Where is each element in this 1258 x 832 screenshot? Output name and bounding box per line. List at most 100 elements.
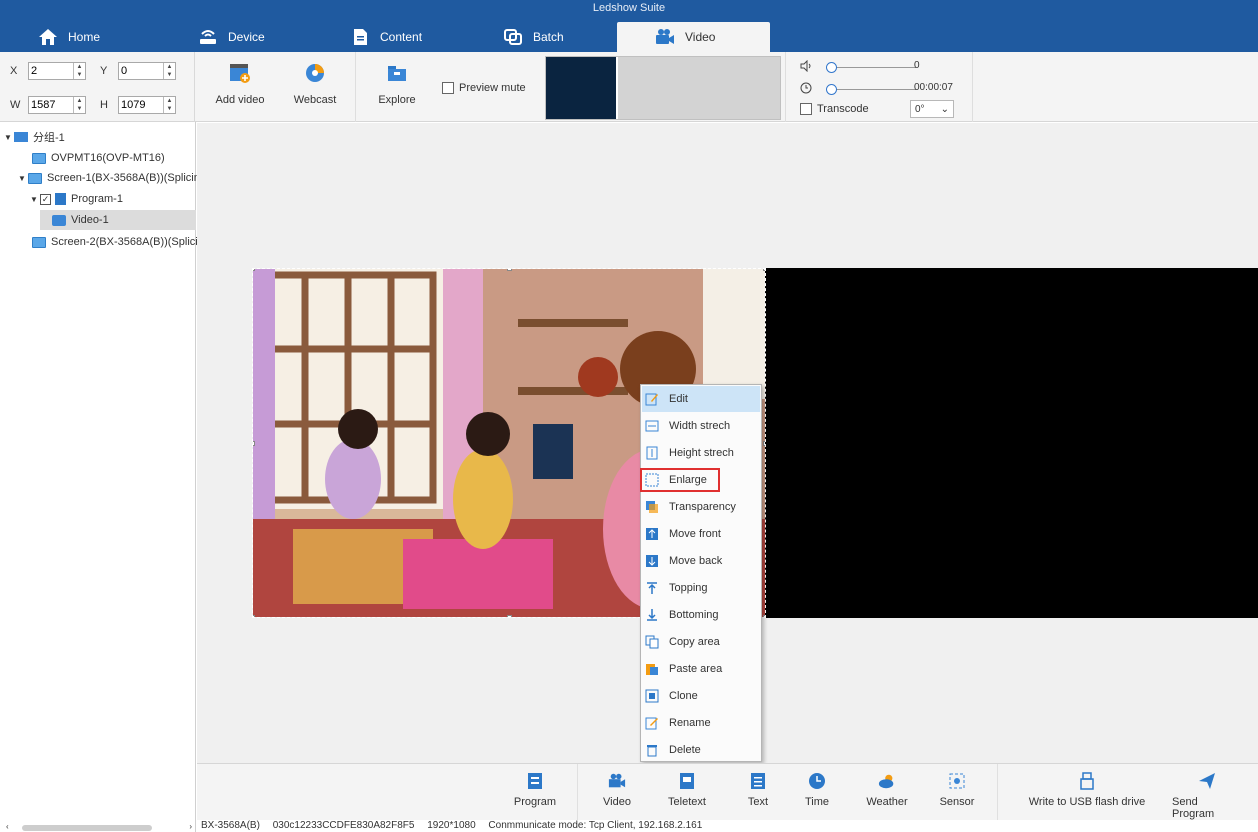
video-camera-icon [608, 772, 626, 790]
teletext-button[interactable]: Teletext [664, 772, 710, 808]
x-input[interactable] [29, 63, 73, 79]
toolbar-separator [785, 52, 786, 122]
tab-batch[interactable]: Batch [503, 22, 613, 52]
tree-program[interactable]: ▼ ✓ Program-1 [30, 189, 123, 209]
add-video-label: Add video [215, 94, 265, 106]
resize-handle[interactable] [253, 269, 255, 271]
resize-handle[interactable] [763, 269, 765, 271]
tree-device[interactable]: OVPMT16(OVP-MT16) [32, 148, 165, 168]
time-slider[interactable] [800, 82, 916, 97]
menu-item-move-front[interactable]: Move front [642, 521, 760, 547]
checked-checkbox-icon[interactable]: ✓ [40, 193, 51, 205]
volume-knob[interactable] [826, 62, 837, 73]
x-spinner[interactable]: ▲ ▼ [73, 63, 85, 79]
status-bar: BX-3568A(B) 030c12233CCDFE830A82F8F5 192… [197, 820, 1258, 832]
transcode-checkbox[interactable]: Transcode [800, 103, 869, 115]
add-video-button[interactable]: Add video [215, 60, 265, 116]
add-video-icon [227, 60, 253, 86]
time-knob[interactable] [826, 84, 837, 95]
enlarge-highlight [640, 468, 720, 492]
tree-video-label: Video-1 [71, 214, 109, 226]
horizontal-scrollbar[interactable]: ‹ › [4, 822, 192, 832]
rotation-value: 0° [915, 103, 925, 115]
bottom-separator [577, 764, 578, 821]
explore-button[interactable]: Explore [372, 60, 422, 116]
time-track[interactable] [826, 84, 916, 95]
tree-screen-2[interactable]: Screen-2(BX-3568A(B))(Splicing) [32, 232, 214, 252]
menu-item-height-strech[interactable]: Height strech [642, 440, 760, 466]
scroll-right-icon[interactable]: › [189, 822, 192, 831]
menu-item-rename[interactable]: Rename [642, 710, 760, 736]
send-program-button[interactable]: Send Program [1172, 772, 1242, 820]
send-icon [1198, 772, 1216, 790]
checkbox-icon [800, 103, 812, 115]
clock-icon [808, 772, 826, 790]
rotation-select[interactable]: 0° ⌄ [910, 100, 954, 118]
menu-item-copy-area[interactable]: Copy area [642, 629, 760, 655]
w-input[interactable] [29, 97, 73, 113]
resize-handle[interactable] [507, 615, 512, 617]
write-usb-button[interactable]: Write to USB flash drive [1027, 772, 1147, 808]
x-field: X ▲▼ Y ▲▼ [10, 62, 176, 80]
resize-handle[interactable] [253, 615, 255, 617]
weather-button[interactable]: Weather [862, 772, 912, 808]
resize-handle[interactable] [763, 615, 765, 617]
h-input[interactable] [119, 97, 163, 113]
menu-item-transparency[interactable]: Transparency [642, 494, 760, 520]
y-spinner[interactable]: ▲ ▼ [163, 63, 175, 79]
caret-down-icon[interactable]: ▼ [18, 174, 28, 183]
menu-item-topping[interactable]: Topping [642, 575, 760, 601]
resize-handle[interactable] [253, 441, 255, 446]
time-button[interactable]: Time [802, 772, 832, 808]
scroll-left-icon[interactable]: ‹ [6, 822, 9, 831]
tab-content[interactable]: Content [350, 22, 500, 52]
program-tree: ▼ 分组-1 OVPMT16(OVP-MT16) ▼ Screen-1(BX-3… [0, 122, 214, 832]
resize-handle[interactable] [763, 441, 765, 446]
move-back-icon [645, 554, 659, 568]
text-icon [749, 772, 767, 790]
folder-icon [384, 60, 410, 86]
w-spinner[interactable]: ▲ ▼ [73, 97, 85, 113]
bottoming-icon [645, 608, 659, 622]
menu-item-edit[interactable]: Edit [642, 386, 760, 412]
sensor-button[interactable]: Sensor [937, 772, 977, 808]
tree-screen-1[interactable]: ▼ Screen-1(BX-3568A(B))(Splicing- [18, 168, 210, 188]
video-icon [655, 28, 675, 46]
volume-track[interactable] [826, 62, 916, 73]
tree-group-label: 分组-1 [33, 132, 65, 144]
status-model: BX-3568A(B) [201, 820, 260, 831]
menu-item-paste-area[interactable]: Paste area [642, 656, 760, 682]
preview-mute-checkbox[interactable]: Preview mute [442, 82, 526, 94]
text-button[interactable]: Text [743, 772, 773, 808]
menu-item-bottoming[interactable]: Bottoming [642, 602, 760, 628]
volume-value: 0 [914, 60, 920, 71]
chevron-down-icon: ⌄ [940, 103, 949, 115]
tree-group[interactable]: ▼ 分组-1 [4, 127, 65, 147]
menu-item-width-strech[interactable]: Width strech [642, 413, 760, 439]
program-button[interactable]: Program [507, 772, 563, 808]
video-preview [545, 56, 781, 120]
screen-area[interactable] [765, 268, 1258, 618]
tab-video[interactable]: Video [617, 22, 770, 52]
menu-item-clone[interactable]: Clone [642, 683, 760, 709]
y-input[interactable] [119, 63, 163, 79]
clock-icon [800, 82, 812, 97]
tree-video[interactable]: Video-1 [40, 210, 196, 230]
move-front-icon [645, 527, 659, 541]
menu-item-delete[interactable]: Delete [642, 737, 760, 763]
document-icon [350, 28, 370, 46]
menu-item-move-back[interactable]: Move back [642, 548, 760, 574]
resize-handle[interactable] [507, 269, 512, 271]
scrollbar-thumb[interactable] [22, 825, 152, 831]
caret-down-icon[interactable]: ▼ [30, 195, 40, 204]
h-spinner[interactable]: ▲ ▼ [163, 97, 175, 113]
tab-home[interactable]: Home [38, 22, 188, 52]
tab-device[interactable]: Device [198, 22, 348, 52]
h-label: H [100, 99, 108, 111]
monitor-icon [32, 152, 46, 164]
caret-down-icon[interactable]: ▼ [4, 133, 14, 142]
volume-slider[interactable] [800, 59, 916, 75]
webcast-button[interactable]: Webcast [290, 60, 340, 116]
video-button[interactable]: Video [597, 772, 637, 808]
coordinates-panel: X ▲▼ Y ▲▼ W ▲▼ H ▲▼ [0, 52, 195, 122]
